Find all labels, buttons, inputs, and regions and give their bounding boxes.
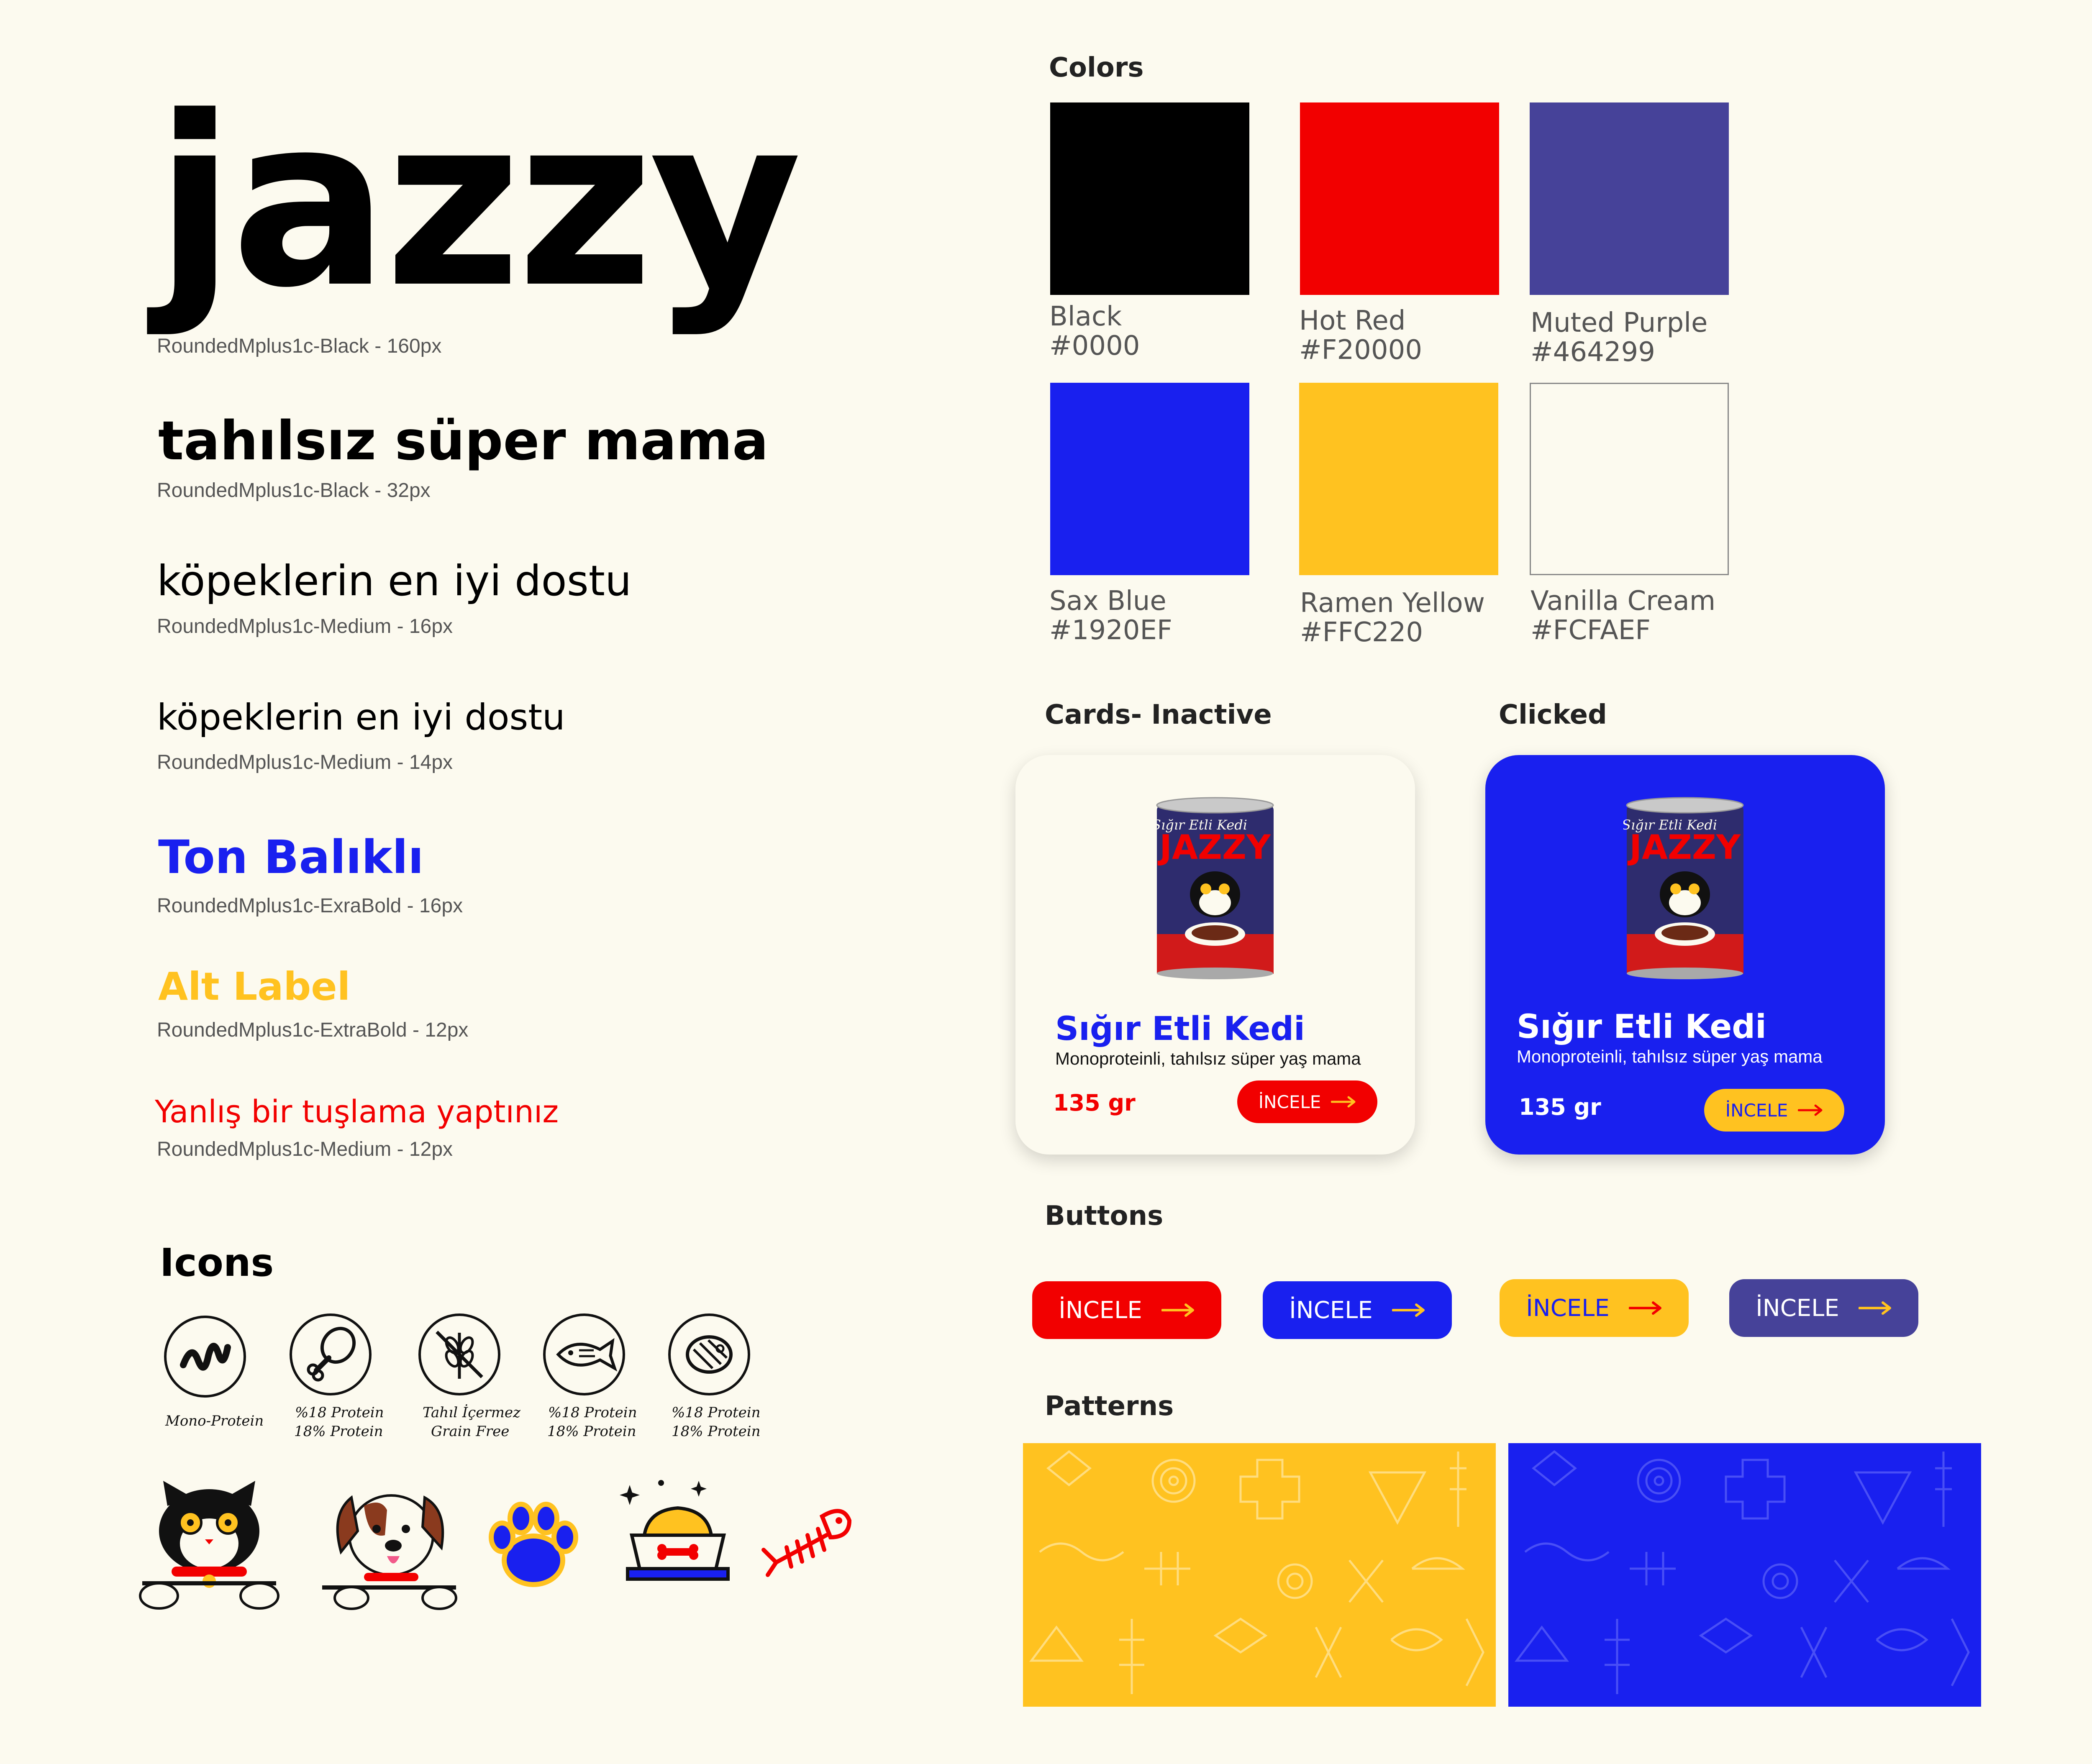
heading-sample: tahılsız süper mama <box>158 410 769 472</box>
yellow-pattern <box>1023 1443 1496 1707</box>
product-can-image: JAZZY Sığır Etli Kedi <box>1622 796 1747 980</box>
can-brand-text: JAZZY <box>1627 828 1741 867</box>
arrow-right-icon <box>1392 1303 1425 1317</box>
patterns-title: Patterns <box>1045 1391 1174 1422</box>
steak-icon <box>668 1313 750 1395</box>
grain-free-icon <box>418 1313 500 1395</box>
swatch-vanilla-cream-hex: #FCFAEF <box>1531 615 1651 646</box>
card-title: Sığır Etli Kedi <box>1055 1010 1305 1048</box>
card-button-label: İNCELE <box>1258 1091 1321 1112</box>
grain-free-label-1: Tahıl İçermez <box>423 1404 520 1421</box>
swatch-black <box>1050 102 1249 295</box>
cards-clicked-title: Clicked <box>1499 699 1607 730</box>
mono-protein-label: Mono-Protein <box>165 1413 264 1429</box>
fish-label-2: 18% Protein <box>547 1423 636 1440</box>
swatch-ramen-yellow <box>1299 383 1498 575</box>
button-label: İNCELE <box>1059 1296 1142 1324</box>
card-price: 135 gr <box>1519 1094 1601 1120</box>
swatch-ramen-yellow-hex: #FFC220 <box>1300 617 1423 648</box>
swatch-muted-purple-name: Muted Purple <box>1531 307 1708 338</box>
body14-sample: köpeklerin en iyi dostu <box>157 696 565 738</box>
dog-icon <box>322 1494 457 1610</box>
incele-button-red[interactable]: İNCELE <box>1032 1281 1221 1339</box>
heading-spec: RoundedMplus1c-Black - 32px <box>157 479 431 502</box>
swatch-muted-purple-hex: #464299 <box>1531 337 1655 368</box>
paw-icon <box>489 1502 578 1587</box>
button-label: İNCELE <box>1289 1296 1373 1324</box>
swatch-hot-red <box>1300 102 1499 295</box>
logo-wordmark: jazzy <box>155 67 802 339</box>
arrow-right-icon <box>1331 1096 1356 1108</box>
drumstick-label-1: %18 Protein <box>295 1404 384 1421</box>
steak-label-1: %18 Protein <box>672 1404 761 1421</box>
food-bowl-icon <box>620 1480 730 1581</box>
button-label: İNCELE <box>1526 1294 1610 1322</box>
card-button-label: İNCELE <box>1725 1100 1788 1121</box>
button-label: İNCELE <box>1756 1294 1839 1322</box>
arrow-right-icon <box>1628 1301 1661 1315</box>
can-brand-text: JAZZY <box>1157 828 1271 867</box>
card-title: Sığır Etli Kedi <box>1517 1008 1766 1046</box>
can-flavor-text: Sığır Etli Kedi <box>1154 817 1247 833</box>
steak-label-2: 18% Protein <box>672 1423 761 1440</box>
fish-label-1: %18 Protein <box>548 1404 637 1421</box>
grain-free-label-2: Grain Free <box>431 1423 510 1440</box>
incele-button-blue[interactable]: İNCELE <box>1263 1281 1452 1339</box>
product-can-image: JAZZY Sığır Etli Kedi <box>1152 796 1277 980</box>
product-card-clicked[interactable]: JAZZY Sığır Etli Kedi Sığır Etli Kedi Mo… <box>1485 755 1885 1155</box>
alt-label-spec: RoundedMplus1c-ExtraBold - 12px <box>157 1019 469 1041</box>
swatch-sax-blue <box>1050 383 1249 575</box>
card-price: 135 gr <box>1053 1090 1136 1116</box>
arrow-right-icon <box>1798 1104 1823 1116</box>
body16-sample: köpeklerin en iyi dostu <box>157 556 632 605</box>
swatch-sax-blue-name: Sax Blue <box>1049 586 1166 617</box>
cards-inactive-title: Cards- Inactive <box>1045 699 1272 730</box>
swatch-muted-purple <box>1530 102 1729 295</box>
swatch-hot-red-hex: #F20000 <box>1299 335 1423 366</box>
body14-spec: RoundedMplus1c-Medium - 14px <box>157 751 453 773</box>
buttons-title: Buttons <box>1045 1201 1164 1231</box>
swatch-vanilla-cream <box>1530 383 1729 575</box>
card-subtitle: Monoproteinli, tahılsız süper yaş mama <box>1055 1049 1361 1068</box>
swatch-vanilla-cream-name: Vanilla Cream <box>1531 586 1716 617</box>
swatch-black-name: Black <box>1049 301 1122 332</box>
swatch-hot-red-name: Hot Red <box>1299 305 1406 336</box>
mono-protein-icon <box>164 1316 246 1398</box>
can-flavor-text: Sığır Etli Kedi <box>1623 817 1717 833</box>
error-sample: Yanlış bir tuşlama yaptınız <box>155 1094 559 1130</box>
blue-pattern <box>1508 1443 1981 1707</box>
fish-icon <box>543 1313 625 1395</box>
fish-bone-icon <box>761 1509 852 1577</box>
error-spec: RoundedMplus1c-Medium - 12px <box>157 1138 453 1160</box>
arrow-right-icon <box>1161 1303 1194 1317</box>
body16-spec: RoundedMplus1c-Medium - 16px <box>157 615 453 637</box>
card-incele-button[interactable]: İNCELE <box>1237 1080 1377 1123</box>
drumstick-label-2: 18% Protein <box>294 1423 383 1440</box>
swatch-black-hex: #0000 <box>1049 330 1140 361</box>
swatch-sax-blue-hex: #1920EF <box>1049 615 1172 646</box>
icons-title: Icons <box>160 1240 274 1285</box>
card-subtitle: Monoproteinli, tahılsız süper yaş mama <box>1517 1047 1823 1066</box>
colors-title: Colors <box>1049 52 1144 83</box>
label-sample: Ton Balıklı <box>158 830 424 884</box>
card-incele-button[interactable]: İNCELE <box>1704 1089 1844 1132</box>
swatch-ramen-yellow-name: Ramen Yellow <box>1300 588 1485 619</box>
incele-button-purple[interactable]: İNCELE <box>1729 1279 1918 1337</box>
label-spec: RoundedMplus1c-ExraBold - 16px <box>157 895 463 917</box>
cat-icon <box>139 1481 279 1610</box>
logo-spec: RoundedMplus1c-Black - 160px <box>157 335 442 357</box>
incele-button-yellow[interactable]: İNCELE <box>1500 1279 1689 1337</box>
product-card-inactive[interactable]: JAZZY Sığır Etli Kedi Sığır Etli Kedi Mo… <box>1015 755 1415 1155</box>
alt-label-sample: Alt Label <box>158 964 351 1009</box>
arrow-right-icon <box>1858 1301 1891 1315</box>
drumstick-icon <box>290 1313 372 1395</box>
